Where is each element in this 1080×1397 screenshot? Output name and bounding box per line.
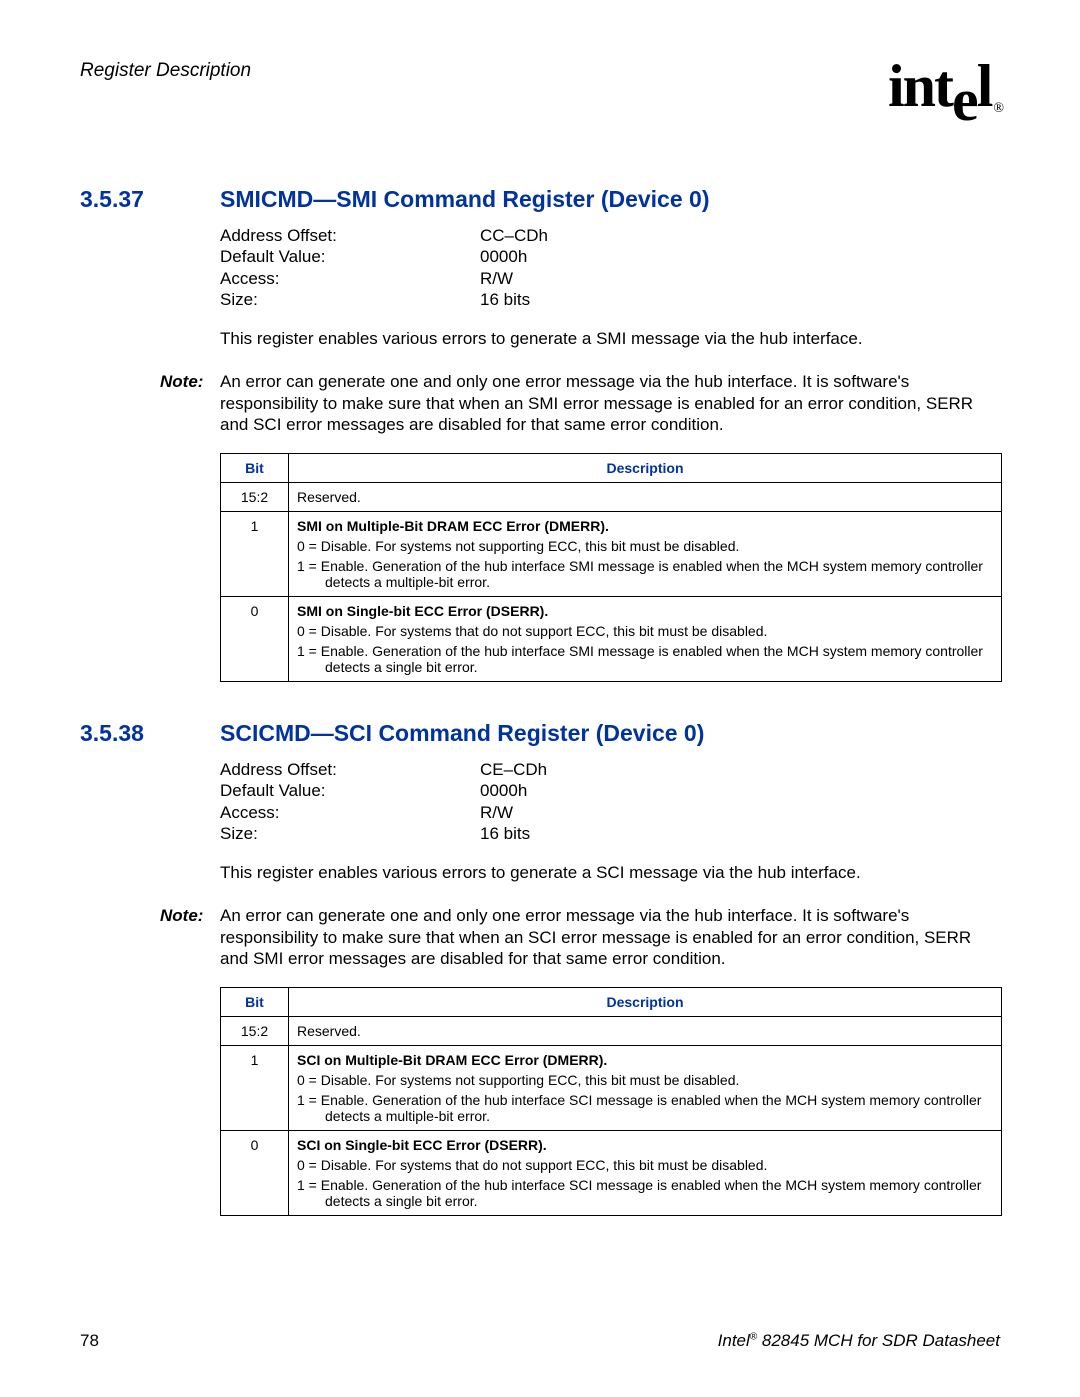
page: Register Description intel® 3.5.37 SMICM… bbox=[0, 0, 1080, 1397]
table-header-row: Bit Description bbox=[221, 988, 1002, 1017]
bit-cell: 15:2 bbox=[221, 1017, 289, 1046]
desc-line: Reserved. bbox=[297, 489, 993, 505]
doc-title-post: 82845 MCH for SDR Datasheet bbox=[757, 1331, 1000, 1350]
desc-title: SMI on Multiple-Bit DRAM ECC Error (DMER… bbox=[297, 518, 993, 534]
table-header-row: Bit Description bbox=[221, 454, 1002, 483]
attr-row: Default Value: 0000h bbox=[220, 246, 996, 267]
desc-cell: Reserved. bbox=[289, 483, 1002, 512]
bit-cell: 1 bbox=[221, 512, 289, 597]
note-block: Note: An error can generate one and only… bbox=[160, 905, 1000, 969]
section-heading: 3.5.37 SMICMD—SMI Command Register (Devi… bbox=[80, 186, 1000, 213]
table-row: 15:2 Reserved. bbox=[221, 1017, 1002, 1046]
attr-label: Access: bbox=[220, 802, 480, 823]
table-row: 1 SCI on Multiple-Bit DRAM ECC Error (DM… bbox=[221, 1046, 1002, 1131]
attr-row: Size: 16 bits bbox=[220, 289, 996, 310]
attr-label: Default Value: bbox=[220, 246, 480, 267]
attr-value: CE–CDh bbox=[480, 759, 547, 780]
section-number: 3.5.37 bbox=[80, 186, 220, 213]
col-bit: Bit bbox=[221, 988, 289, 1017]
intel-logo: intel® bbox=[888, 56, 1000, 116]
note-text: An error can generate one and only one e… bbox=[220, 371, 1000, 435]
desc-title: SCI on Single-bit ECC Error (DSERR). bbox=[297, 1137, 993, 1153]
attr-label: Address Offset: bbox=[220, 225, 480, 246]
desc-line: 0 = Disable. For systems that do not sup… bbox=[297, 623, 993, 639]
attr-label: Address Offset: bbox=[220, 759, 480, 780]
register-attributes: Address Offset: CE–CDh Default Value: 00… bbox=[220, 759, 996, 883]
registered-mark: ® bbox=[993, 101, 1002, 116]
desc-line: Reserved. bbox=[297, 1023, 993, 1039]
attr-value: 0000h bbox=[480, 246, 527, 267]
desc-line: 0 = Disable. For systems not supporting … bbox=[297, 538, 993, 554]
page-number: 78 bbox=[80, 1331, 99, 1351]
bit-cell: 15:2 bbox=[221, 483, 289, 512]
attr-row: Size: 16 bits bbox=[220, 823, 996, 844]
attr-label: Default Value: bbox=[220, 780, 480, 801]
bit-cell: 1 bbox=[221, 1046, 289, 1131]
page-footer: 78 Intel® 82845 MCH for SDR Datasheet bbox=[80, 1331, 1000, 1351]
attr-value: 0000h bbox=[480, 780, 527, 801]
col-description: Description bbox=[289, 988, 1002, 1017]
desc-cell: Reserved. bbox=[289, 1017, 1002, 1046]
desc-line: 1 = Enable. Generation of the hub interf… bbox=[297, 558, 993, 590]
desc-line: 1 = Enable. Generation of the hub interf… bbox=[297, 1177, 993, 1209]
table-row: 0 SMI on Single-bit ECC Error (DSERR). 0… bbox=[221, 597, 1002, 682]
logo-text: int bbox=[888, 53, 952, 119]
attr-value: 16 bits bbox=[480, 289, 530, 310]
bit-cell: 0 bbox=[221, 1131, 289, 1216]
attr-row: Default Value: 0000h bbox=[220, 780, 996, 801]
logo-text: e bbox=[952, 67, 977, 133]
desc-line: 1 = Enable. Generation of the hub interf… bbox=[297, 643, 993, 675]
section-title: SCICMD—SCI Command Register (Device 0) bbox=[220, 720, 704, 747]
doc-title-pre: Intel bbox=[718, 1331, 750, 1350]
logo-text: l bbox=[977, 53, 992, 119]
bit-cell: 0 bbox=[221, 597, 289, 682]
attr-value: CC–CDh bbox=[480, 225, 548, 246]
desc-line: 1 = Enable. Generation of the hub interf… bbox=[297, 1092, 993, 1124]
desc-cell: SCI on Single-bit ECC Error (DSERR). 0 =… bbox=[289, 1131, 1002, 1216]
attr-row: Access: R/W bbox=[220, 802, 996, 823]
note-label: Note: bbox=[160, 905, 220, 969]
desc-cell: SCI on Multiple-Bit DRAM ECC Error (DMER… bbox=[289, 1046, 1002, 1131]
bit-description-table: Bit Description 15:2 Reserved. 1 SCI on … bbox=[220, 987, 1002, 1216]
attr-label: Access: bbox=[220, 268, 480, 289]
attr-row: Address Offset: CC–CDh bbox=[220, 225, 996, 246]
bit-description-table: Bit Description 15:2 Reserved. 1 SMI on … bbox=[220, 453, 1002, 682]
attr-label: Size: bbox=[220, 823, 480, 844]
section-number: 3.5.38 bbox=[80, 720, 220, 747]
desc-line: 0 = Disable. For systems that do not sup… bbox=[297, 1157, 993, 1173]
desc-cell: SMI on Multiple-Bit DRAM ECC Error (DMER… bbox=[289, 512, 1002, 597]
attr-value: R/W bbox=[480, 802, 513, 823]
attr-row: Access: R/W bbox=[220, 268, 996, 289]
col-bit: Bit bbox=[221, 454, 289, 483]
desc-line: 0 = Disable. For systems not supporting … bbox=[297, 1072, 993, 1088]
section-heading: 3.5.38 SCICMD—SCI Command Register (Devi… bbox=[80, 720, 1000, 747]
section-title: SMICMD—SMI Command Register (Device 0) bbox=[220, 186, 709, 213]
register-attributes: Address Offset: CC–CDh Default Value: 00… bbox=[220, 225, 996, 349]
note-label: Note: bbox=[160, 371, 220, 435]
running-head: Register Description bbox=[80, 56, 251, 82]
paragraph: This register enables various errors to … bbox=[220, 862, 996, 883]
desc-title: SCI on Multiple-Bit DRAM ECC Error (DMER… bbox=[297, 1052, 993, 1068]
col-description: Description bbox=[289, 454, 1002, 483]
attr-value: R/W bbox=[480, 268, 513, 289]
paragraph: This register enables various errors to … bbox=[220, 328, 996, 349]
note-block: Note: An error can generate one and only… bbox=[160, 371, 1000, 435]
page-header: Register Description intel® bbox=[80, 56, 1000, 116]
attr-label: Size: bbox=[220, 289, 480, 310]
table-row: 15:2 Reserved. bbox=[221, 483, 1002, 512]
note-text: An error can generate one and only one e… bbox=[220, 905, 1000, 969]
desc-title: SMI on Single-bit ECC Error (DSERR). bbox=[297, 603, 993, 619]
attr-row: Address Offset: CE–CDh bbox=[220, 759, 996, 780]
table-row: 1 SMI on Multiple-Bit DRAM ECC Error (DM… bbox=[221, 512, 1002, 597]
doc-title: Intel® 82845 MCH for SDR Datasheet bbox=[718, 1331, 1000, 1351]
desc-cell: SMI on Single-bit ECC Error (DSERR). 0 =… bbox=[289, 597, 1002, 682]
attr-value: 16 bits bbox=[480, 823, 530, 844]
table-row: 0 SCI on Single-bit ECC Error (DSERR). 0… bbox=[221, 1131, 1002, 1216]
